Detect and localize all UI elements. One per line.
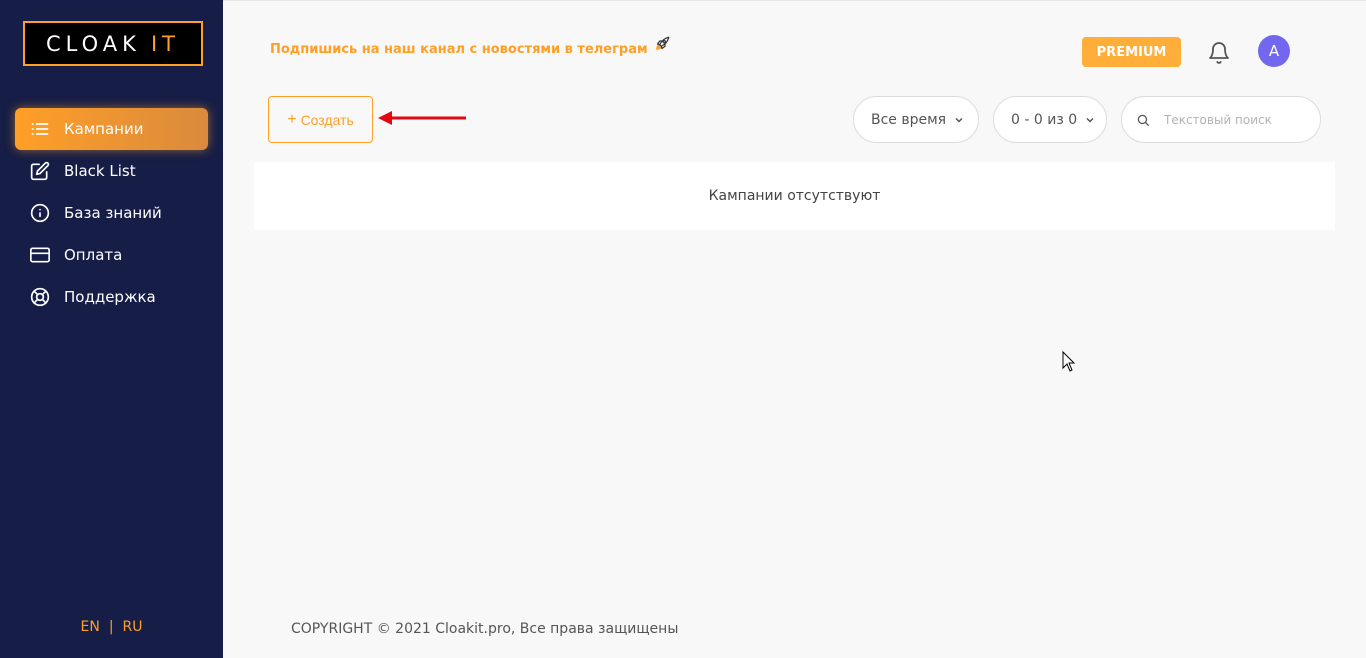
logo-text-accent: IT	[150, 31, 180, 56]
period-select[interactable]: Все время	[853, 96, 979, 143]
info-icon	[29, 202, 51, 224]
sidebar-item-label: Black List	[64, 162, 136, 180]
sidebar-item-label: База знаний	[64, 204, 162, 222]
pagination-select[interactable]: 0 - 0 из 0	[993, 96, 1107, 143]
sidebar-item-campaigns[interactable]: Кампании	[15, 108, 208, 150]
bell-icon[interactable]	[1207, 41, 1231, 65]
sidebar-item-label: Оплата	[64, 246, 123, 264]
sidebar-item-blacklist[interactable]: Black List	[15, 150, 208, 192]
telegram-news-text: Подпишись на наш канал с новостями в тел…	[270, 42, 648, 57]
life-buoy-icon	[29, 286, 51, 308]
search-input[interactable]	[1162, 111, 1306, 128]
rocket-icon	[653, 35, 671, 57]
lang-separator: |	[108, 619, 114, 635]
logo-text-main: CLOAK	[46, 31, 141, 56]
sidebar-item-payment[interactable]: Оплата	[15, 234, 208, 276]
sidebar-item-knowledge-base[interactable]: База знаний	[15, 192, 208, 234]
sidebar: CLOAK IT Кампании Black List База знаний…	[0, 0, 223, 658]
footer-copyright: COPYRIGHT © 2021 Cloakit.pro, Все права …	[291, 621, 679, 637]
avatar[interactable]: A	[1258, 35, 1290, 67]
period-select-value: Все время	[871, 111, 947, 128]
telegram-news-link[interactable]: Подпишись на наш канал с новостями в тел…	[270, 35, 671, 57]
red-arrow-annotation	[378, 111, 466, 125]
list-icon	[29, 118, 51, 140]
create-campaign-button[interactable]: + Создать	[268, 96, 373, 143]
sidebar-item-label: Поддержка	[64, 288, 156, 306]
language-switcher: EN | RU	[0, 619, 223, 635]
search-box	[1121, 96, 1321, 143]
chevron-down-icon	[955, 117, 963, 123]
sidebar-item-label: Кампании	[64, 120, 144, 138]
pagination-select-value: 0 - 0 из 0	[1011, 111, 1078, 128]
mouse-cursor-icon	[1062, 351, 1076, 372]
plus-icon: +	[287, 110, 297, 128]
chevron-down-icon	[1086, 117, 1094, 123]
search-icon	[1137, 114, 1149, 126]
credit-card-icon	[29, 244, 51, 266]
empty-state-text: Кампании отсутствуют	[708, 188, 881, 204]
sidebar-item-support[interactable]: Поддержка	[15, 276, 208, 318]
main-content: Подпишись на наш канал с новостями в тел…	[223, 0, 1366, 658]
sidebar-nav: Кампании Black List База знаний Оплата П…	[15, 108, 208, 318]
premium-badge[interactable]: PREMIUM	[1082, 37, 1181, 67]
create-button-label: Создать	[300, 111, 354, 128]
logo[interactable]: CLOAK IT	[23, 21, 203, 66]
edit-icon	[29, 160, 51, 182]
lang-en-link[interactable]: EN	[80, 619, 99, 635]
app-root: CLOAK IT Кампании Black List База знаний…	[0, 0, 1366, 658]
campaigns-empty-panel: Кампании отсутствуют	[254, 162, 1335, 230]
lang-ru-link[interactable]: RU	[123, 619, 143, 635]
